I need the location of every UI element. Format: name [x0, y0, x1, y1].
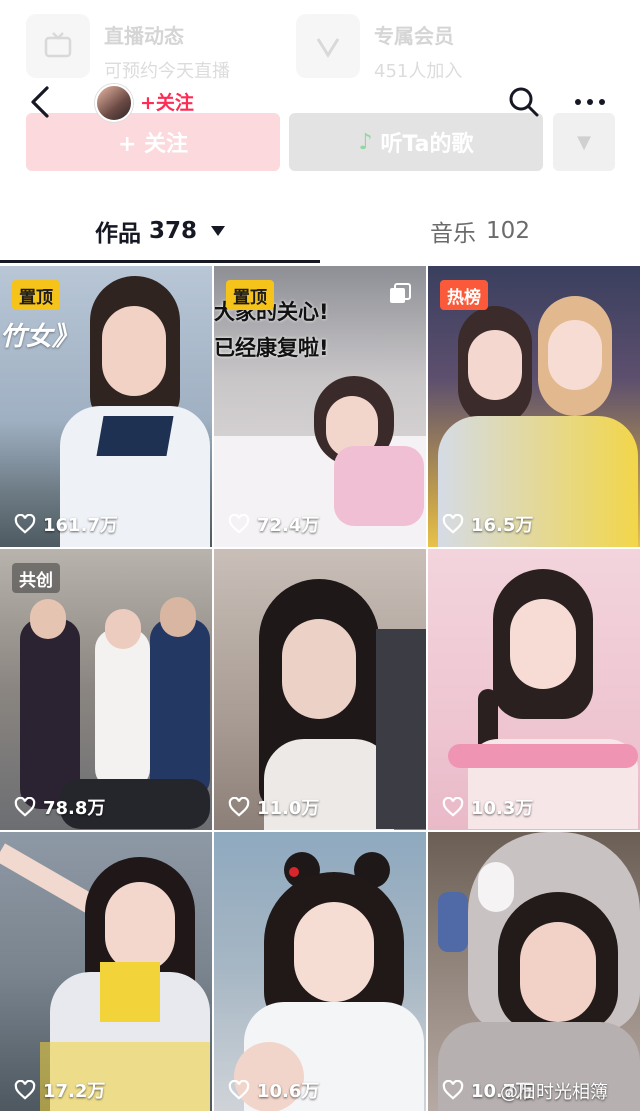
tab-works-label: 作品: [94, 221, 141, 247]
pinned-badge: 置顶: [226, 280, 274, 310]
person-figure: [234, 842, 424, 1111]
tab-works[interactable]: 作品 378: [0, 200, 320, 262]
heart-icon: [442, 797, 464, 817]
avatar[interactable]: [95, 84, 133, 122]
person-figure: [60, 276, 210, 547]
video-thumbnail[interactable]: 大家的关心! 已经康复啦! 置顶 72.4万: [214, 266, 426, 547]
heart-icon: [442, 514, 464, 534]
person-figure: [438, 832, 640, 1111]
like-count-value: 10.6万: [257, 1081, 320, 1102]
collab-badge: 共创: [12, 563, 60, 593]
more-options-button[interactable]: [570, 86, 610, 118]
search-icon: [509, 87, 539, 117]
like-count: 72.4万: [228, 511, 319, 537]
tab-works-count: 378: [148, 218, 197, 244]
heart-icon: [228, 514, 250, 534]
like-count-value: 17.2万: [43, 1081, 106, 1102]
video-thumbnail[interactable]: 10.3万: [428, 549, 640, 830]
background-figure: [376, 629, 426, 829]
heart-icon: [14, 797, 36, 817]
like-count: 16.5万: [442, 511, 533, 537]
pinned-badge: 置顶: [12, 280, 60, 310]
person-figure: [438, 286, 638, 547]
dot-icon: [599, 99, 605, 105]
top-nav: +关注: [0, 72, 640, 132]
dot-icon: [575, 99, 581, 105]
video-thumbnail[interactable]: 17.2万: [0, 832, 212, 1111]
heart-icon: [14, 1080, 36, 1100]
back-arrow-icon: [31, 86, 49, 118]
heart-icon: [228, 797, 250, 817]
watermark-text: @旧时光相簿: [500, 1082, 608, 1103]
video-thumbnail[interactable]: 共创 78.8万: [0, 549, 212, 830]
tab-music-count: 102: [486, 218, 530, 244]
video-caption-line2: 已经康复啦!: [214, 336, 329, 360]
video-thumbnail[interactable]: 10.7万: [428, 832, 640, 1111]
person-figure: [0, 842, 210, 1111]
like-count-value: 72.4万: [257, 515, 320, 536]
like-count: 161.7万: [14, 511, 118, 537]
dot-icon: [587, 99, 593, 105]
person-figure: [448, 569, 638, 829]
like-count-value: 11.0万: [257, 798, 320, 819]
video-thumbnail[interactable]: 11.0万: [214, 549, 426, 830]
like-count-value: 10.3万: [471, 798, 534, 819]
live-title: 直播动态: [104, 24, 184, 48]
video-caption: 竹女》: [0, 322, 79, 352]
tab-music-label: 音乐: [430, 221, 477, 247]
follow-button[interactable]: +关注: [140, 88, 194, 115]
source-watermark: @旧时光相簿: [500, 1078, 608, 1104]
caret-down-icon: [211, 226, 225, 236]
like-count: 10.6万: [228, 1077, 319, 1103]
like-count: 78.8万: [14, 794, 105, 820]
tv-icon: [26, 14, 90, 78]
tab-music[interactable]: 音乐 102: [320, 200, 640, 262]
video-grid: 竹女》 置顶 161.7万 大家的关心! 已经康复啦! 置顶 72.4万 热榜 …: [0, 266, 640, 1111]
like-count-value: 161.7万: [43, 515, 118, 536]
group-figure: [0, 589, 212, 829]
video-thumbnail[interactable]: 竹女》 置顶 161.7万: [0, 266, 212, 547]
search-button[interactable]: [508, 86, 540, 118]
heart-icon: [14, 514, 36, 534]
like-count-value: 16.5万: [471, 515, 534, 536]
video-thumbnail[interactable]: 10.6万: [214, 832, 426, 1111]
back-button[interactable]: [22, 82, 58, 122]
heart-icon: [228, 1080, 250, 1100]
vip-title: 专属会员: [374, 24, 454, 48]
multi-image-icon: [390, 283, 411, 303]
music-icon: ♪: [358, 129, 373, 155]
like-count: 10.3万: [442, 794, 533, 820]
trending-badge: 热榜: [440, 280, 488, 310]
like-count: 17.2万: [14, 1077, 105, 1103]
heart-icon: [442, 1080, 464, 1100]
vip-icon: [296, 14, 360, 78]
video-thumbnail[interactable]: 热榜 16.5万: [428, 266, 640, 547]
like-count-value: 78.8万: [43, 798, 106, 819]
active-tab-indicator: [0, 260, 320, 263]
content-tabs: 作品 378 音乐 102: [0, 200, 640, 264]
like-count: 11.0万: [228, 794, 319, 820]
